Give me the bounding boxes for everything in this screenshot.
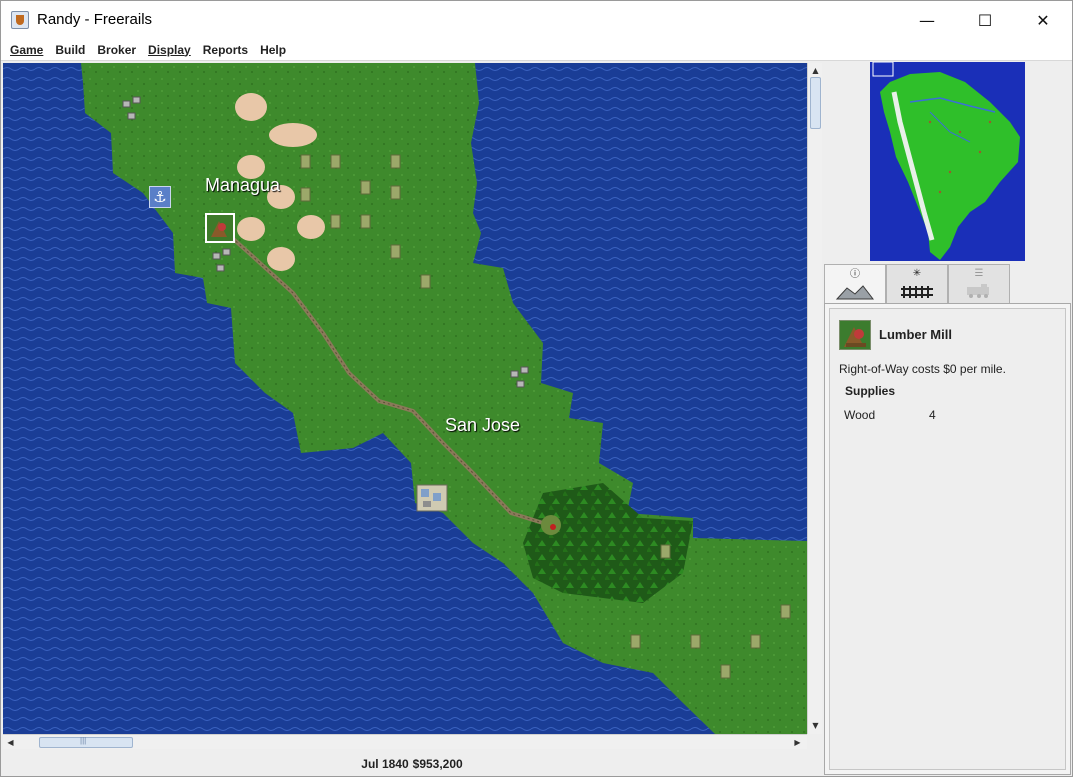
menu-reports[interactable]: Reports xyxy=(197,40,254,60)
title-bar: Randy - Freerails — ☐ ✕ xyxy=(1,1,1072,39)
tab-track[interactable]: ✳ xyxy=(886,264,948,303)
city-label-managua: Managua xyxy=(205,175,281,195)
menu-bar: Game Build Broker Display Reports Help xyxy=(1,39,1072,61)
minimap-viewport-box xyxy=(872,62,894,77)
lumber-mill-icon xyxy=(207,215,233,241)
minimize-button[interactable]: — xyxy=(898,1,956,39)
tab-terrain-info[interactable]: ⓘ xyxy=(824,264,886,305)
city-label-san-jose: San Jose xyxy=(445,415,521,435)
info-icon: ⓘ xyxy=(850,269,860,280)
map-vertical-scrollbar[interactable]: ▲ ▼ xyxy=(807,63,822,734)
java-app-icon xyxy=(11,11,29,29)
game-map[interactable]: Managua San Jose ⚓ xyxy=(3,63,807,734)
info-tabs: ⓘ ✳ ☰ xyxy=(824,264,1072,305)
terrain-info-content: Lumber Mill Right-of-Way costs $0 per mi… xyxy=(829,308,1066,770)
map-terrain xyxy=(3,63,807,734)
rail-track-icon xyxy=(901,286,933,298)
player-money: $953,200 xyxy=(412,757,463,771)
terrain-icon xyxy=(835,285,875,300)
list-icon: ☰ xyxy=(974,268,984,279)
overview-minimap[interactable] xyxy=(870,62,1025,261)
scroll-up-icon[interactable]: ▲ xyxy=(810,65,821,76)
minimap-continent xyxy=(872,62,1020,260)
menu-help[interactable]: Help xyxy=(254,40,292,60)
menu-broker[interactable]: Broker xyxy=(91,40,142,60)
desert-patch xyxy=(237,217,265,241)
desert-patch xyxy=(269,123,317,147)
game-date: Jul 1840 xyxy=(361,757,409,771)
terrain-title: Lumber Mill xyxy=(879,327,952,342)
anchor-icon[interactable]: ⚓ xyxy=(149,186,171,208)
lumber-mill-icon xyxy=(839,320,871,350)
scroll-right-icon[interactable]: ▶ xyxy=(792,737,803,748)
track-star-icon: ✳ xyxy=(912,268,922,279)
scroll-left-icon[interactable]: ◀ xyxy=(5,737,16,748)
desert-patch xyxy=(297,215,325,239)
supply-cargo: Wood xyxy=(844,408,876,422)
horizontal-scroll-thumb[interactable] xyxy=(39,736,133,748)
window-title: Randy - Freerails xyxy=(37,11,153,28)
maximize-button[interactable]: ☐ xyxy=(956,1,1014,39)
menu-game[interactable]: Game xyxy=(4,40,49,60)
city-san-jose-buildings xyxy=(416,484,448,512)
supplies-heading: Supplies xyxy=(845,384,896,398)
app-window: Randy - Freerails — ☐ ✕ Game Build Broke… xyxy=(0,0,1073,777)
desert-patch xyxy=(267,247,295,271)
menu-display[interactable]: Display xyxy=(142,40,197,60)
desert-patch xyxy=(235,93,267,121)
close-button[interactable]: ✕ xyxy=(1014,1,1072,39)
map-horizontal-scrollbar[interactable]: ◀ ▶ xyxy=(3,734,807,749)
terrain-info-panel: Lumber Mill Right-of-Way costs $0 per mi… xyxy=(824,303,1071,775)
supply-quantity: 4 xyxy=(929,408,936,422)
tab-train-list[interactable]: ☰ xyxy=(948,264,1010,303)
menu-build[interactable]: Build xyxy=(49,40,91,60)
train-icon xyxy=(967,284,989,298)
tile-cursor[interactable] xyxy=(205,213,235,243)
vertical-scroll-thumb[interactable] xyxy=(810,77,821,129)
status-bar: Jul 1840 $953,200 xyxy=(1,751,823,777)
lumber-mill-site xyxy=(541,515,561,535)
right-of-way-cost: Right-of-Way costs $0 per mile. xyxy=(839,362,1006,376)
scroll-down-icon[interactable]: ▼ xyxy=(810,720,821,731)
